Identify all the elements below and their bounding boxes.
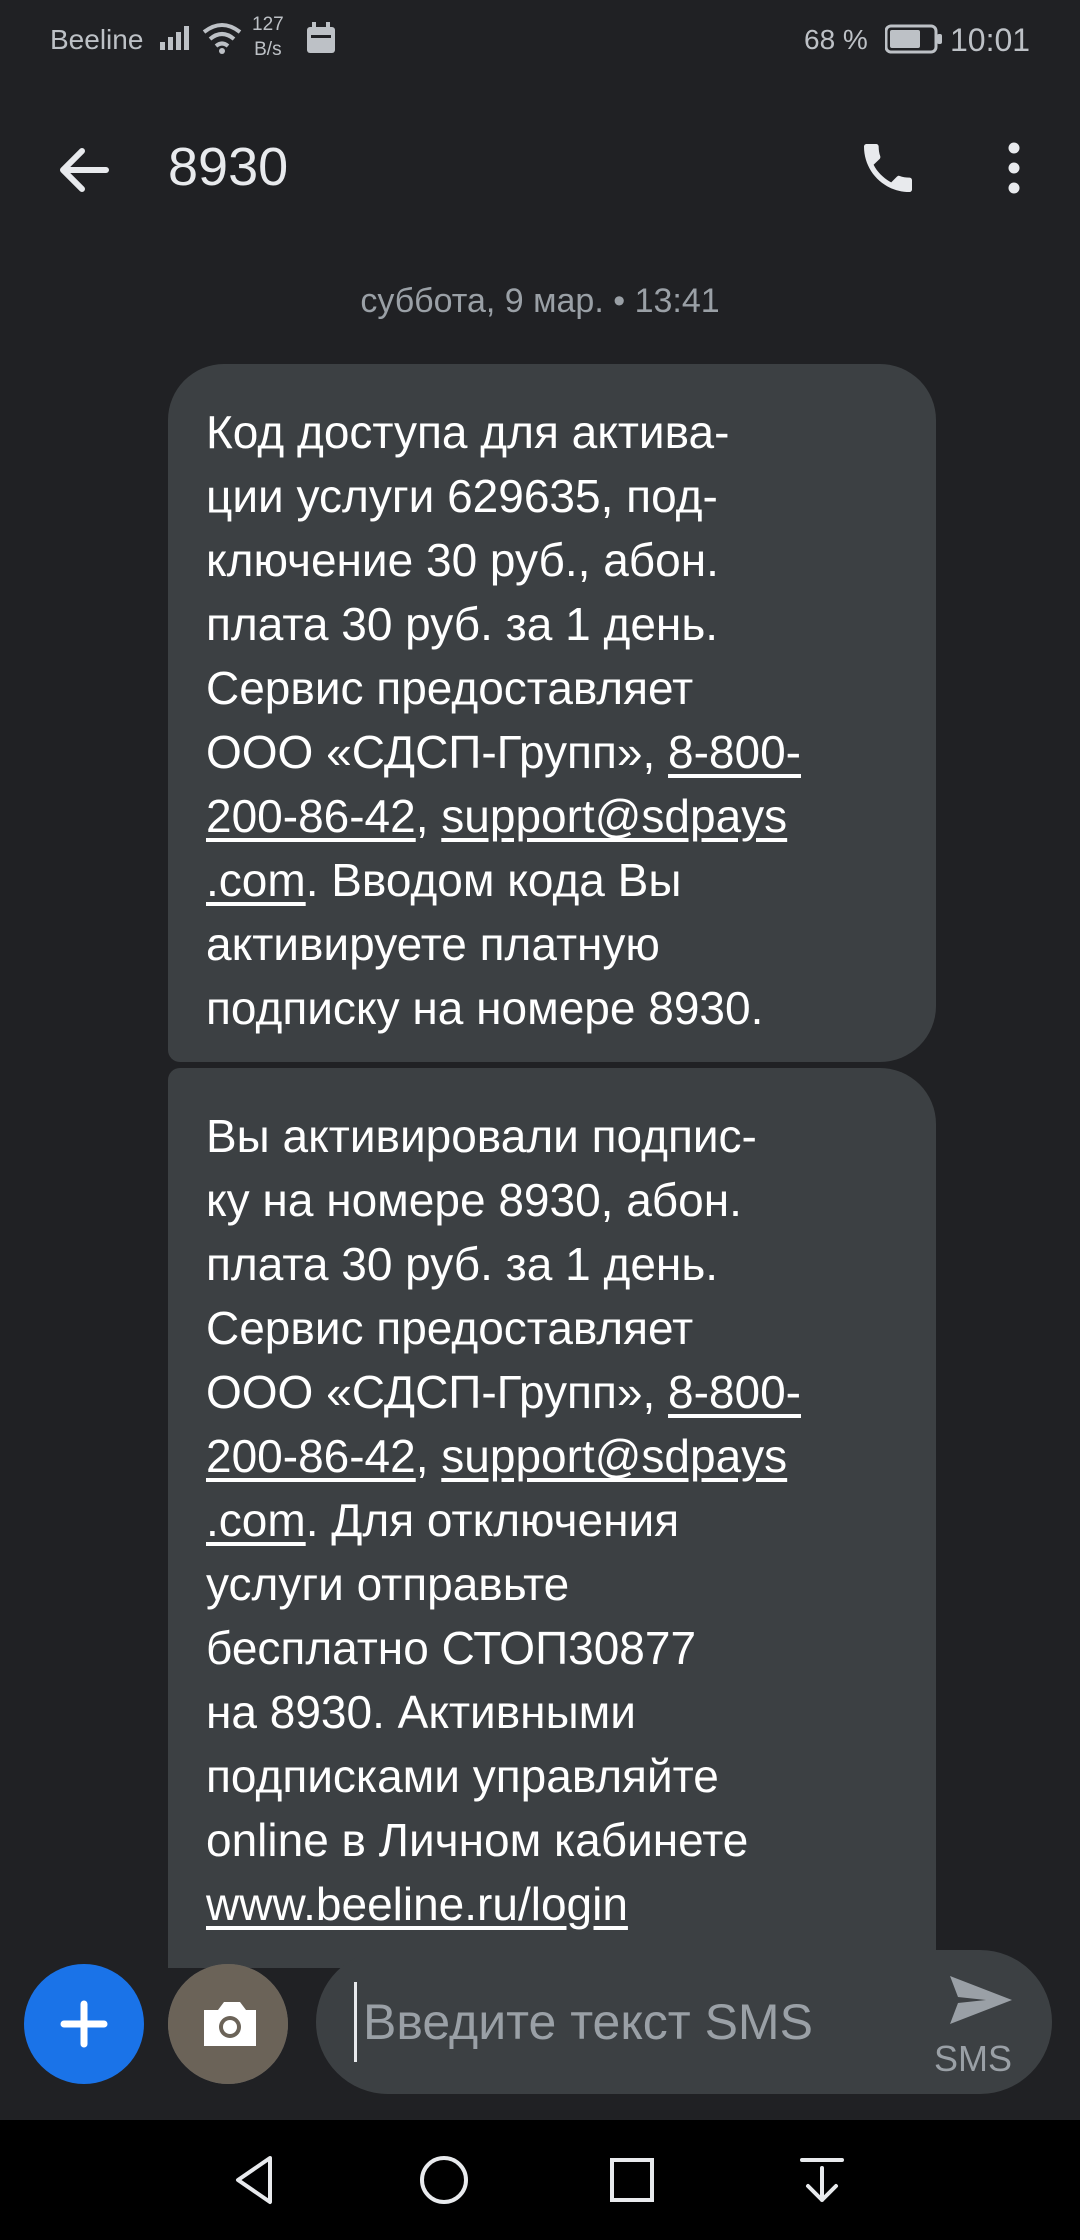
message-bubble[interactable]: Вы активировали подпис- ку на номере 893…	[168, 1068, 936, 1968]
compose-bar: SMS	[0, 1940, 1080, 2120]
notification-pulldown-icon[interactable]	[790, 2148, 854, 2212]
more-vert-icon[interactable]	[986, 136, 1042, 200]
camera-button[interactable]	[168, 1964, 288, 2084]
back-triangle-icon[interactable]	[224, 2148, 288, 2212]
add-attachment-button[interactable]	[24, 1964, 144, 2084]
battery-icon	[885, 24, 942, 54]
message-text: . Для отключения услуги отправьте беспла…	[206, 1494, 749, 1866]
signal-icon	[160, 26, 189, 50]
recents-square-icon[interactable]	[600, 2148, 664, 2212]
message-text: ,	[415, 790, 442, 842]
battery-percentage: 68 %	[804, 24, 868, 55]
app-bar: 8930	[0, 100, 1080, 240]
speed-value: 127	[252, 14, 284, 35]
message-text: Код доступа для актива- ции услуги 62963…	[206, 406, 730, 778]
message-input-container: SMS	[316, 1950, 1052, 2094]
status-bar: Beeline 127 B/s 68 % 10:01	[0, 0, 1080, 80]
calendar-icon	[307, 22, 335, 53]
send-icon	[950, 1976, 1012, 2024]
phone-icon[interactable]	[856, 136, 920, 200]
plus-icon	[60, 2000, 108, 2048]
carrier-label: Beeline	[50, 24, 144, 55]
back-arrow-icon[interactable]	[52, 138, 116, 202]
date-separator: суббота, 9 мар. • 13:41	[360, 282, 720, 320]
camera-icon	[168, 1964, 288, 2084]
message-text: ,	[415, 1430, 442, 1482]
send-type-label: SMS	[934, 2038, 1013, 2079]
message-bubble[interactable]: Код доступа для актива- ции услуги 62963…	[168, 364, 936, 1062]
wifi-icon	[202, 23, 242, 54]
network-speed: 127 B/s	[252, 12, 284, 62]
speed-unit: B/s	[254, 39, 282, 60]
message-input[interactable]	[354, 1982, 903, 2062]
home-circle-icon[interactable]	[412, 2148, 476, 2212]
conversation-title: 8930	[168, 137, 289, 197]
system-nav-bar	[0, 2120, 1080, 2240]
web-link[interactable]: www.beeline.ru/login	[206, 1878, 628, 1930]
send-button[interactable]: SMS	[914, 1968, 1034, 2080]
clock: 10:01	[950, 22, 1031, 58]
